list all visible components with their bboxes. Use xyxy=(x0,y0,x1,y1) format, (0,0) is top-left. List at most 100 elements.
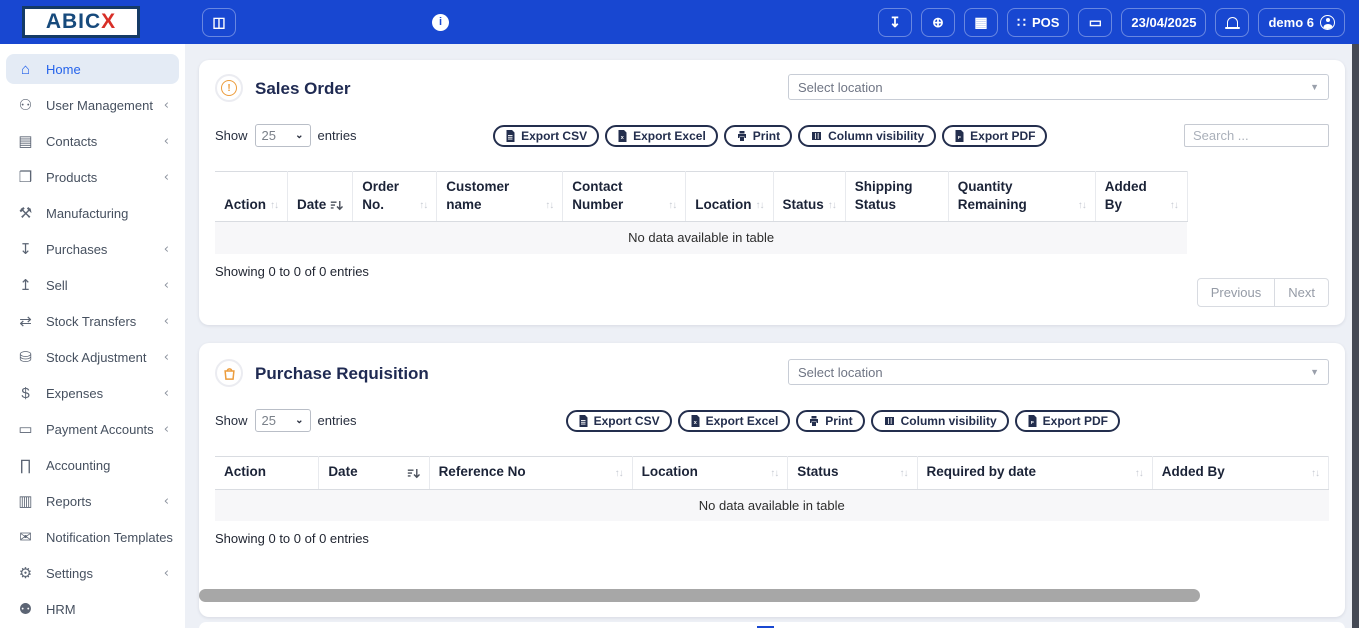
column-header-status[interactable]: Status↑↓ xyxy=(773,172,845,222)
calendar-date-label: 23/04/2025 xyxy=(1131,15,1196,30)
sidebar-item-label: Stock Adjustment xyxy=(46,350,164,365)
sales-order-alert-icon: ! xyxy=(215,74,243,102)
sales-order-showing-info: Showing 0 to 0 of 0 entries xyxy=(215,264,1329,279)
purchase-requisition-location-select[interactable]: Select location ▼ xyxy=(788,359,1329,385)
calculator-button[interactable]: ▦ xyxy=(964,8,998,37)
sidebar-item-label: Sell xyxy=(46,278,164,293)
sales-order-search-input[interactable] xyxy=(1184,124,1329,147)
calendar-date-button[interactable]: 23/04/2025 xyxy=(1121,8,1206,37)
sort-icon: ↑↓ xyxy=(900,468,908,481)
sell-icon: ↥ xyxy=(15,276,36,294)
column-header-customer-name[interactable]: Customer name↑↓ xyxy=(437,172,563,222)
pos-grid-button[interactable]: ∷ POS xyxy=(1007,8,1069,37)
sidebar-item-user-management[interactable]: ⚇ User Management ‹ xyxy=(6,90,179,120)
column-header-date[interactable]: Date xyxy=(288,172,353,222)
purchase-requisition-page-size-select[interactable]: 25 ⌄ xyxy=(255,409,311,432)
add-circle-button[interactable]: ⊕ xyxy=(921,8,955,37)
sort-icon: ↑↓ xyxy=(419,200,427,213)
export-excel-button[interactable]: xExport Excel xyxy=(678,410,791,432)
download-button[interactable]: ↧ xyxy=(878,8,912,37)
sidebar-item-settings[interactable]: ⚙ Settings ‹ xyxy=(6,558,179,588)
print-button[interactable]: Print xyxy=(796,410,864,432)
chevron-left-icon: ‹ xyxy=(164,350,169,365)
info-icon[interactable]: i xyxy=(432,14,449,31)
export-excel-button[interactable]: xExport Excel xyxy=(605,125,718,147)
sidebar-item-label: User Management xyxy=(46,98,164,113)
sidebar-item-manufacturing[interactable]: ⚒ Manufacturing ‹ xyxy=(6,198,179,228)
export-pdf-button[interactable]: PExport PDF xyxy=(942,125,1047,147)
export-csv-button[interactable]: Export CSV xyxy=(566,410,672,432)
user-circle-label: demo 6 xyxy=(1268,15,1314,30)
chevron-left-icon: ‹ xyxy=(164,314,169,329)
user-management-icon: ⚇ xyxy=(15,96,36,114)
column-visibility-button[interactable]: Column visibility xyxy=(798,125,936,147)
file-csv-icon xyxy=(505,130,516,142)
sidebar-item-reports[interactable]: ▥ Reports ‹ xyxy=(6,486,179,516)
sidebar-item-label: Payment Accounts xyxy=(46,422,164,437)
sidebar: ⌂ Home ‹ ⚇ User Management ‹ ▤ Contacts … xyxy=(0,44,185,628)
column-header-location[interactable]: Location↑↓ xyxy=(632,457,788,490)
column-header-contact-number[interactable]: Contact Number↑↓ xyxy=(563,172,686,222)
sidebar-item-label: Expenses xyxy=(46,386,164,401)
sidebar-item-sell[interactable]: ↥ Sell ‹ xyxy=(6,270,179,300)
sidebar-item-stock-adjustment[interactable]: ⛁ Stock Adjustment ‹ xyxy=(6,342,179,372)
column-visibility-button[interactable]: Column visibility xyxy=(871,410,1009,432)
column-header-added-by[interactable]: Added By↑↓ xyxy=(1095,172,1187,222)
column-header-added-by[interactable]: Added By↑↓ xyxy=(1152,457,1328,490)
location-placeholder: Select location xyxy=(798,365,883,380)
sidebar-item-accounting[interactable]: ∏ Accounting ‹ xyxy=(6,450,179,480)
empty-table-message: No data available in table xyxy=(215,222,1187,254)
settings-icon: ⚙ xyxy=(15,564,36,582)
sidebar-item-label: Accounting xyxy=(46,458,164,473)
sidebar-item-hrm[interactable]: ⚉ HRM ‹ xyxy=(6,594,179,624)
cash-button[interactable]: ▭ xyxy=(1078,8,1112,37)
column-header-reference-no[interactable]: Reference No↑↓ xyxy=(429,457,632,490)
bell-button[interactable] xyxy=(1215,8,1249,37)
sort-icon: ↑↓ xyxy=(270,200,278,213)
sidebar-item-stock-transfers[interactable]: ⇄ Stock Transfers ‹ xyxy=(6,306,179,336)
sort-icon: ↑↓ xyxy=(1170,200,1178,213)
column-header-date[interactable]: Date xyxy=(319,457,429,490)
caret-down-icon: ⌄ xyxy=(295,415,303,426)
sidebar-item-purchases[interactable]: ↧ Purchases ‹ xyxy=(6,234,179,264)
column-header-required-by-date[interactable]: Required by date↑↓ xyxy=(917,457,1152,490)
column-header-shipping-status[interactable]: Shipping Status xyxy=(845,172,948,222)
location-placeholder: Select location xyxy=(798,80,883,95)
pos-grid-icon: ∷ xyxy=(1017,15,1026,29)
pos-grid-label: POS xyxy=(1032,15,1059,30)
sidebar-item-expenses[interactable]: $ Expenses ‹ xyxy=(6,378,179,408)
sales-order-page-size-select[interactable]: 25 ⌄ xyxy=(255,124,311,147)
previous-button[interactable]: Previous xyxy=(1197,278,1276,307)
vertical-scrollbar[interactable] xyxy=(1352,44,1359,628)
user-circle-button[interactable]: demo 6 xyxy=(1258,8,1345,37)
sales-order-table: Action↑↓DateOrder No.↑↓Customer name↑↓Co… xyxy=(215,171,1188,254)
purchase-requisition-card: Purchase Requisition Select location ▼ S… xyxy=(199,343,1345,617)
sales-order-location-select[interactable]: Select location ▼ xyxy=(788,74,1329,100)
accounting-icon: ∏ xyxy=(15,457,36,474)
column-header-action[interactable]: Action xyxy=(215,457,319,490)
sidebar-item-contacts[interactable]: ▤ Contacts ‹ xyxy=(6,126,179,156)
sort-icon: ↑↓ xyxy=(1311,468,1319,481)
sidebar-item-notification-templates[interactable]: ✉ Notification Templates ‹ xyxy=(6,522,179,552)
horizontal-scrollbar-thumb[interactable] xyxy=(199,589,1200,602)
sidebar-item-label: Notification Templates xyxy=(46,530,173,545)
logo[interactable]: ABICX xyxy=(22,6,140,38)
column-header-action[interactable]: Action↑↓ xyxy=(215,172,288,222)
sidebar-item-products[interactable]: ❒ Products ‹ xyxy=(6,162,179,192)
bell-icon xyxy=(1227,17,1238,27)
sidebar-item-payment-accounts[interactable]: ▭ Payment Accounts ‹ xyxy=(6,414,179,444)
column-header-location[interactable]: Location↑↓ xyxy=(686,172,773,222)
export-pdf-button[interactable]: PExport PDF xyxy=(1015,410,1120,432)
sidebar-item-home[interactable]: ⌂ Home ‹ xyxy=(6,54,179,84)
sidebar-toggle-button[interactable]: ◫ xyxy=(202,8,236,37)
expenses-icon: $ xyxy=(15,385,36,402)
chevron-left-icon: ‹ xyxy=(164,98,169,113)
export-csv-button[interactable]: Export CSV xyxy=(493,125,599,147)
next-button[interactable]: Next xyxy=(1275,278,1329,307)
column-header-quantity-remaining[interactable]: Quantity Remaining↑↓ xyxy=(948,172,1095,222)
chevron-left-icon: ‹ xyxy=(164,494,169,509)
column-header-status[interactable]: Status↑↓ xyxy=(788,457,917,490)
column-header-order-no-[interactable]: Order No.↑↓ xyxy=(353,172,437,222)
print-button[interactable]: Print xyxy=(724,125,792,147)
notification-templates-icon: ✉ xyxy=(15,528,36,546)
